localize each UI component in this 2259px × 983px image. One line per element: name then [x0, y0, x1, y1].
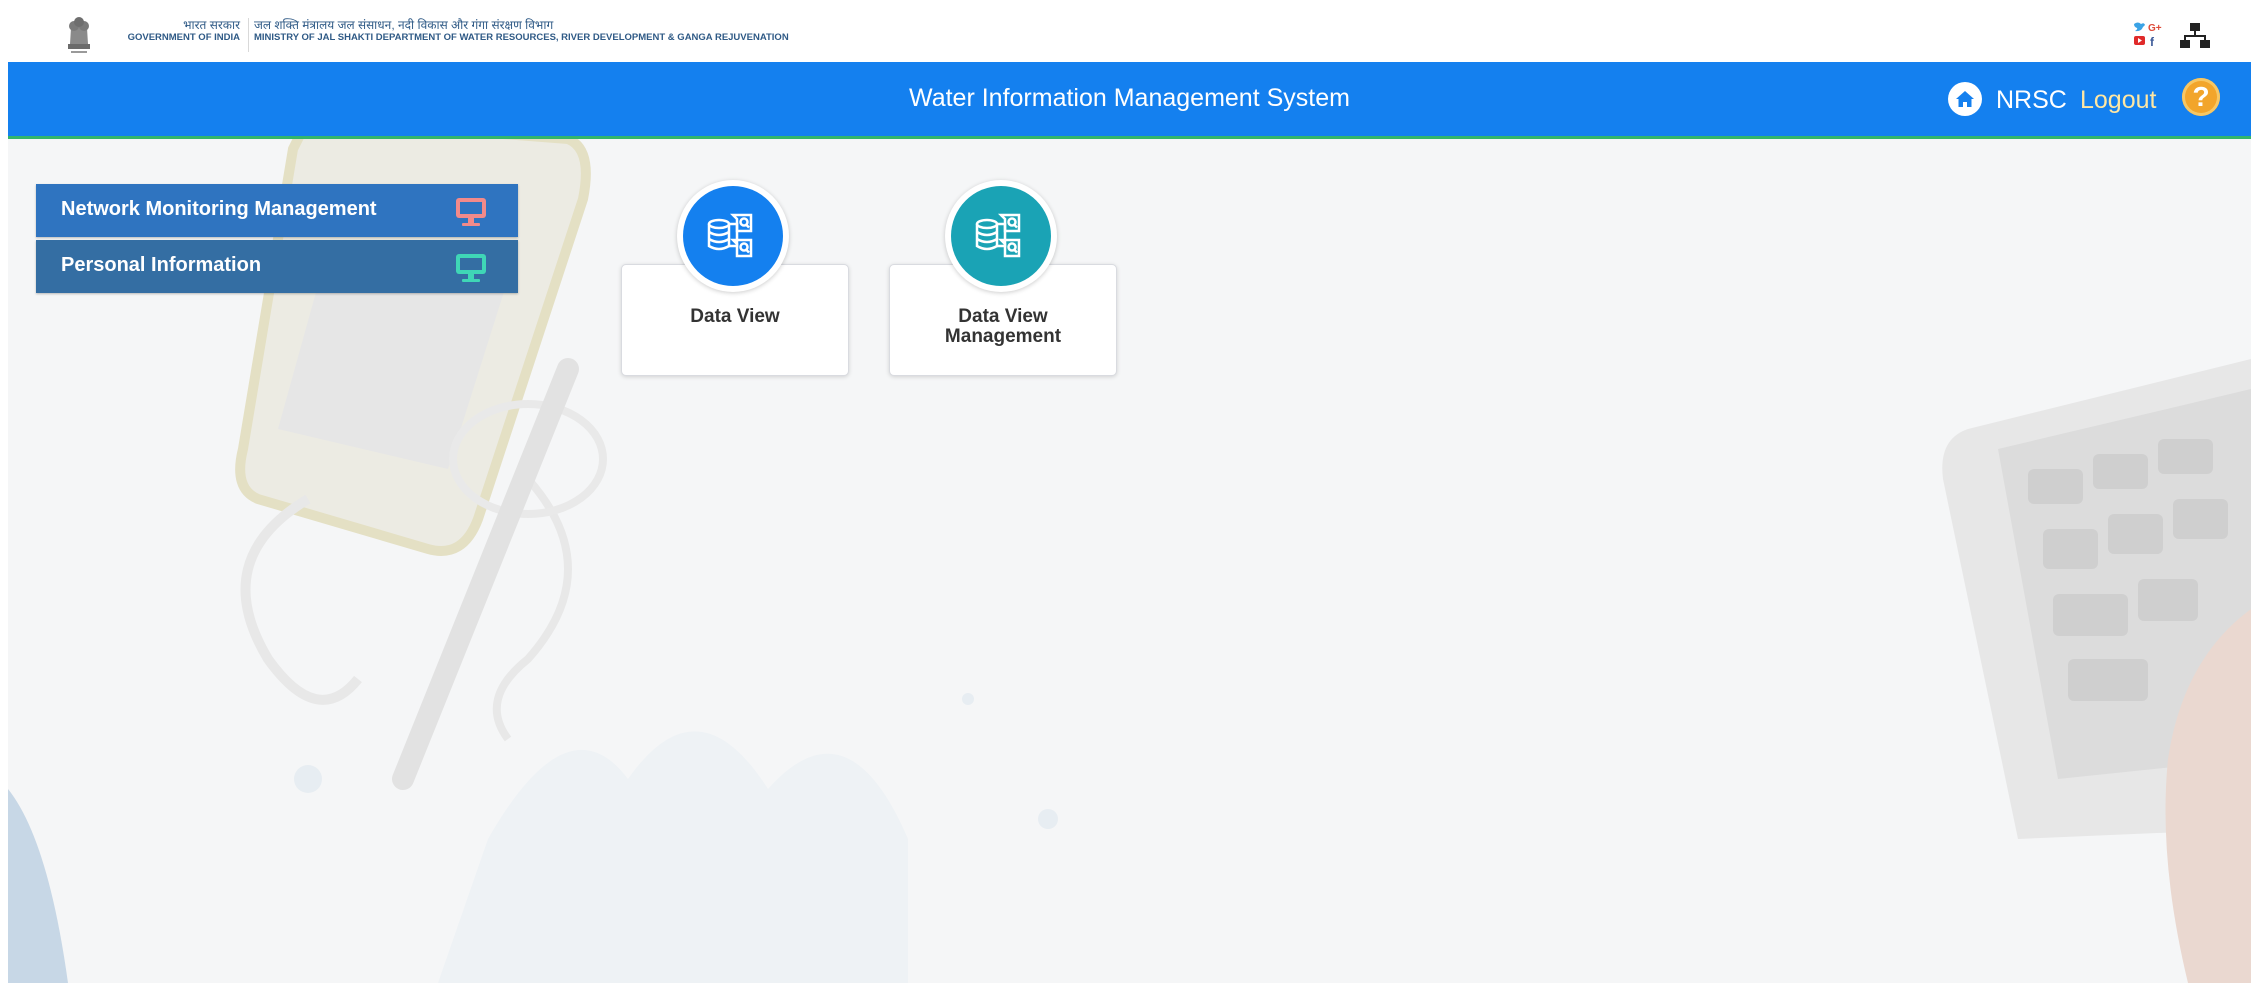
menu-item-label: Network Monitoring Management: [61, 198, 377, 220]
menu-item-label: Personal Information: [61, 254, 262, 276]
gov-hindi: भारत सरकार: [183, 18, 240, 32]
home-button[interactable]: [1948, 82, 1982, 116]
logout-link[interactable]: Logout: [2080, 86, 2156, 115]
ministry-label: जल शक्ति मंत्रालय जल संसाधन, नदी विकास औ…: [254, 18, 789, 44]
menu-item-personal-information[interactable]: Personal Information: [36, 240, 518, 293]
monitor-icon: [456, 254, 486, 282]
tile-label: Data View: [690, 306, 780, 327]
national-emblem-icon: [68, 17, 90, 53]
gov-english: GOVERNMENT OF INDIA: [127, 32, 240, 43]
divider: [248, 18, 249, 52]
ministry-english: MINISTRY OF JAL SHAKTI DEPARTMENT OF WAT…: [254, 32, 789, 43]
page-frame: भारत सरकार GOVERNMENT OF INDIA जल शक्ति …: [8, 8, 2251, 983]
sitemap-icon[interactable]: [2180, 20, 2210, 50]
data-view-management-tile-icon[interactable]: [945, 180, 1057, 292]
monitor-icon: [456, 198, 486, 226]
government-strip: भारत सरकार GOVERNMENT OF INDIA जल शक्ति …: [8, 8, 2251, 62]
user-name: NRSC: [1996, 86, 2067, 114]
help-button[interactable]: ?: [2182, 78, 2220, 116]
help-icon: ?: [2192, 81, 2210, 112]
svg-text:G+: G+: [2148, 23, 2162, 34]
government-of-india-label: भारत सरकार GOVERNMENT OF INDIA: [100, 18, 240, 44]
database-icon: [975, 213, 1021, 258]
home-icon: [1956, 91, 1974, 107]
menu-item-network-monitoring-management[interactable]: Network Monitoring Management: [36, 184, 518, 237]
ministry-hindi: जल शक्ति मंत्रालय जल संसाधन, नदी विकास औ…: [254, 18, 554, 32]
svg-text:f: f: [2150, 35, 2155, 49]
page-title: Water Information Management System: [909, 84, 1350, 112]
social-media-icon[interactable]: G+ f: [2130, 18, 2164, 52]
data-view-tile-icon[interactable]: [677, 180, 789, 292]
app-header: Water Information Management System NRSC…: [8, 62, 2251, 139]
tile-label: Data View Management: [944, 306, 1062, 347]
side-menu: Network Monitoring Management Personal I…: [36, 184, 518, 296]
database-icon: [707, 213, 753, 258]
